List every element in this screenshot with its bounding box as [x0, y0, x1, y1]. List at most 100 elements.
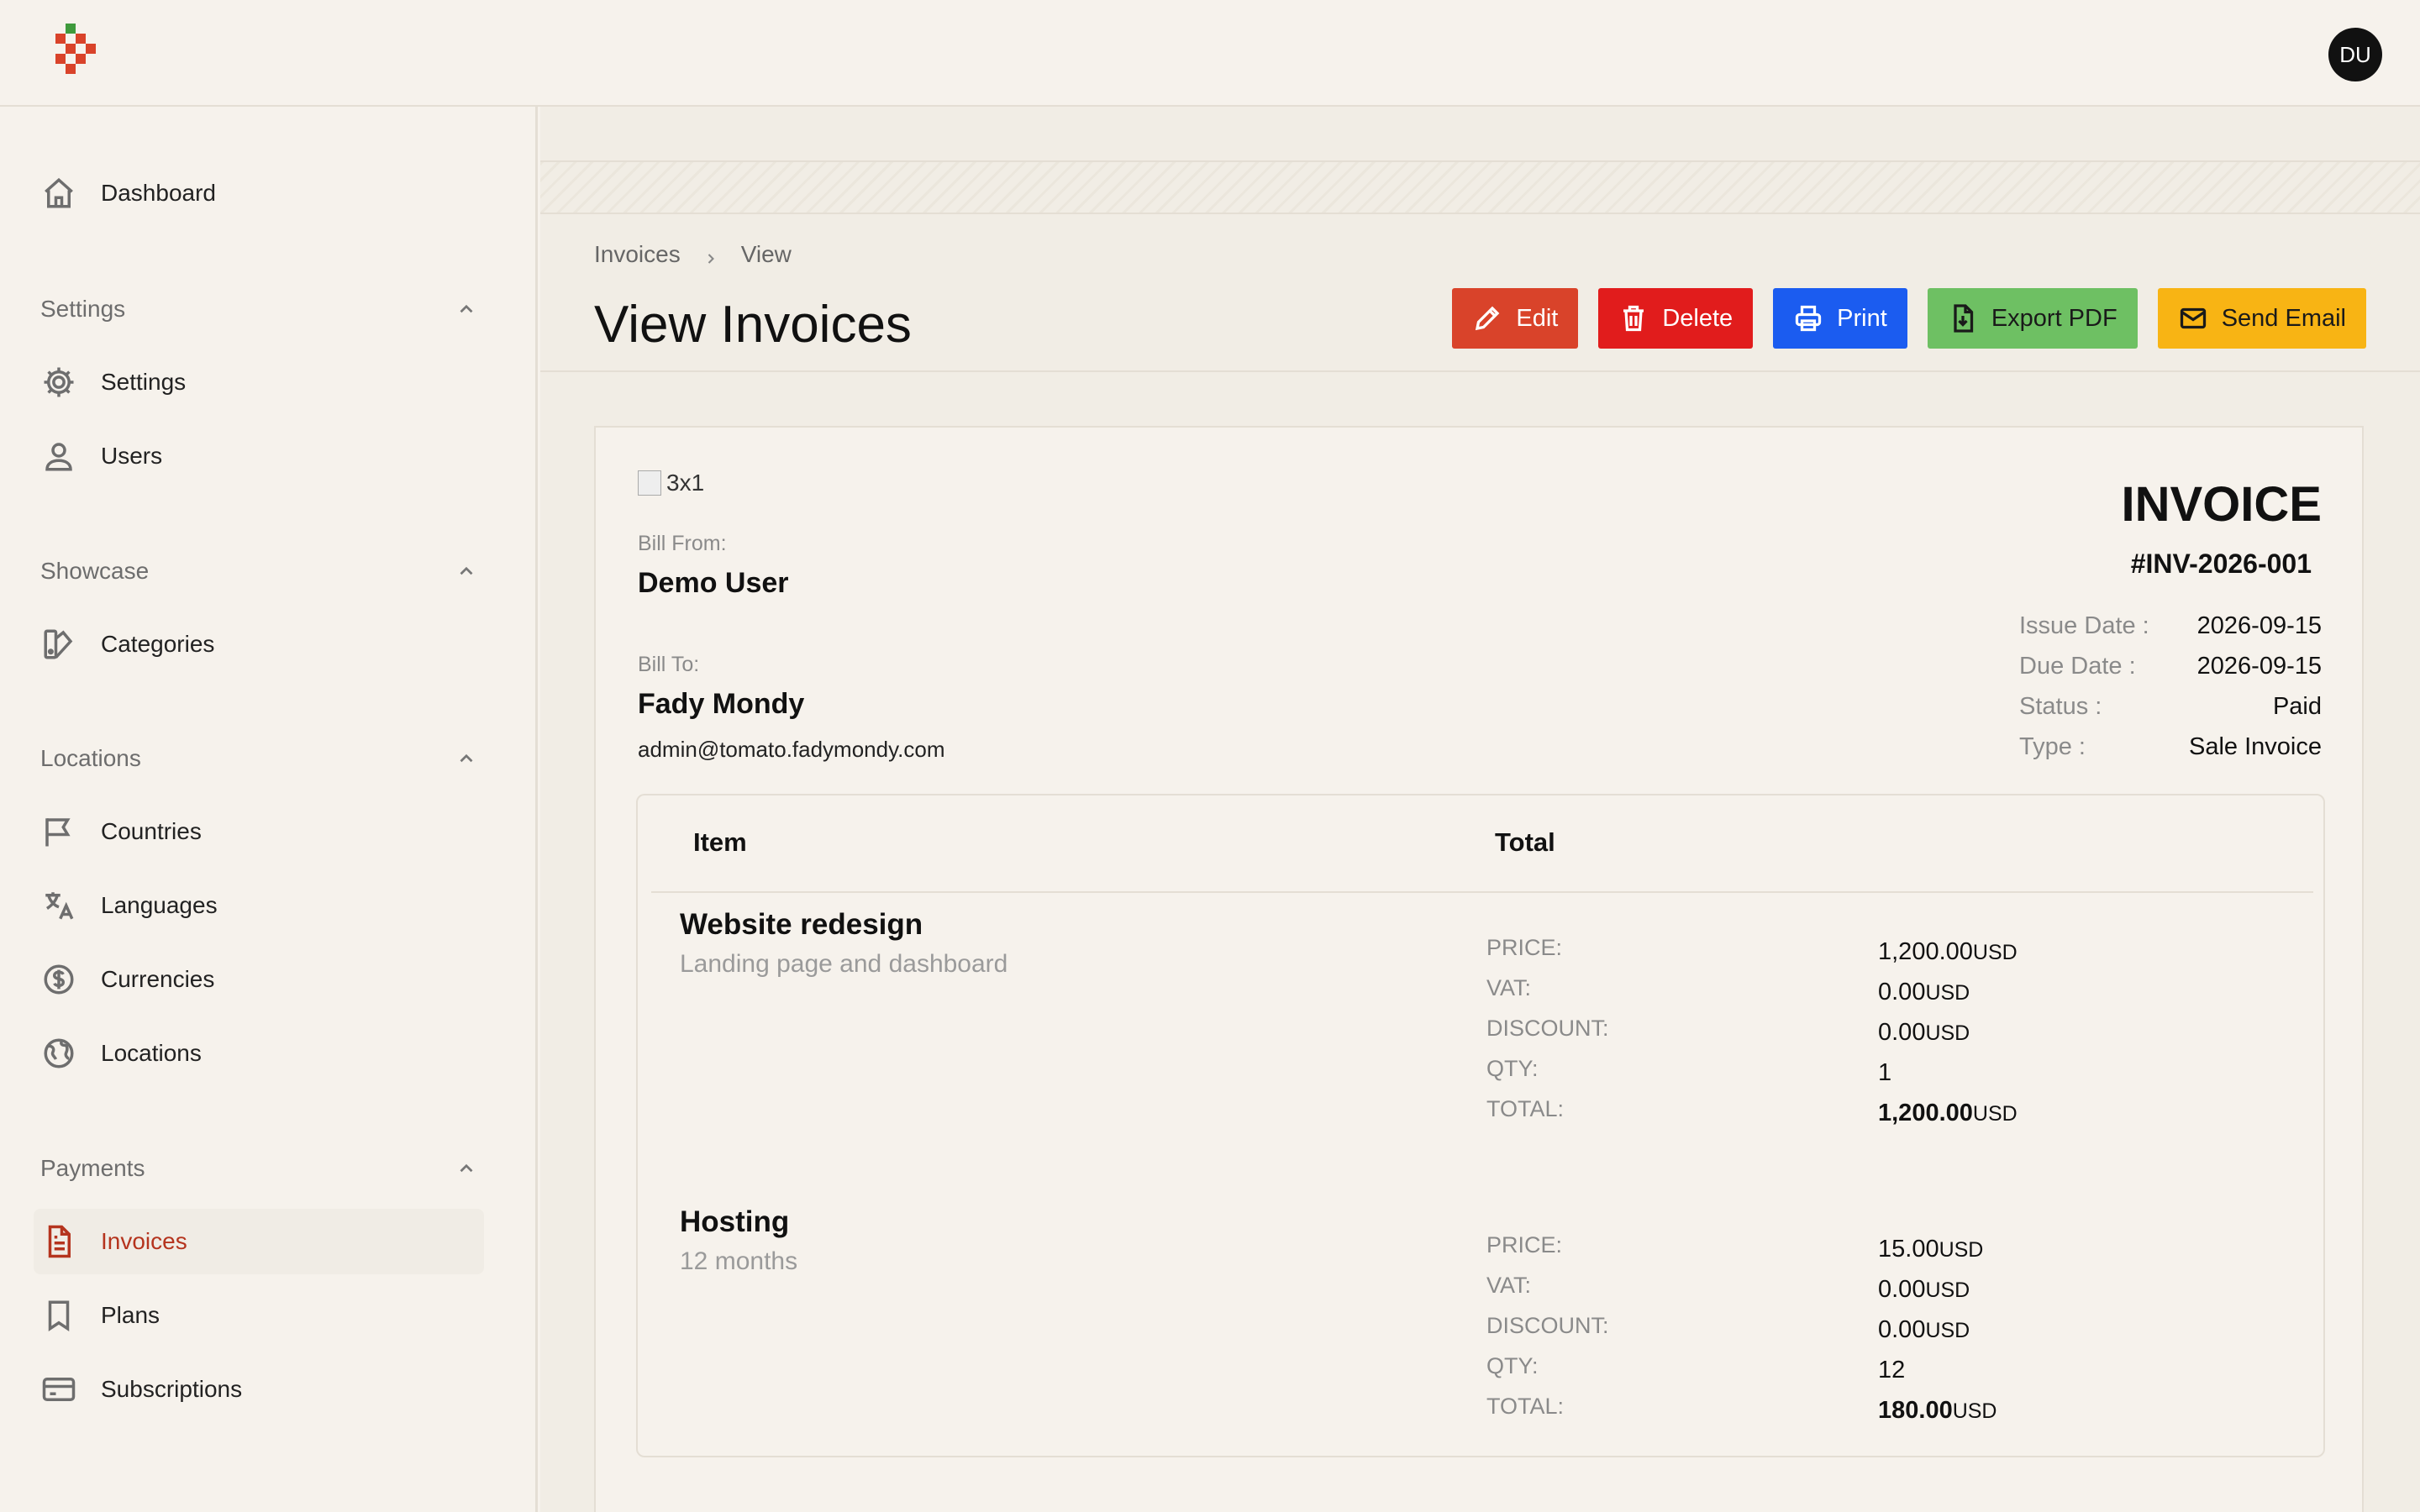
amount: 0.00: [1878, 1276, 1926, 1303]
bill-to-label: Bill To:: [638, 653, 700, 676]
sidebar-group-settings[interactable]: Settings: [40, 292, 477, 326]
sidebar-group-payments[interactable]: Payments: [40, 1152, 477, 1185]
bill-from-label: Bill From:: [638, 532, 727, 555]
total-label: TOTAL:: [1486, 1096, 1565, 1121]
total-label: TOTAL:: [1486, 1394, 1565, 1419]
meta-value: 2026-09-15: [2196, 612, 2322, 639]
amount: 0.00: [1878, 1316, 1926, 1343]
currency: USD: [1972, 941, 2018, 964]
item-description: Landing page and dashboard: [680, 950, 1008, 978]
currency: USD: [1925, 1021, 1970, 1045]
edit-button-label: Edit: [1516, 304, 1559, 332]
amount: 0.00: [1878, 1019, 1926, 1046]
bill-to-name: Fady Mondy: [638, 688, 805, 720]
invoice-items-table: Item Total Website redesign Landing page…: [636, 794, 2325, 1457]
meta-value: Sale Invoice: [2189, 732, 2322, 760]
sidebar-item-label: Invoices: [101, 1228, 187, 1254]
sidebar-item-label: Categories: [101, 631, 215, 657]
home-icon: [40, 175, 77, 212]
discount-label: DISCOUNT:: [1486, 1016, 1609, 1041]
qty-value: 1: [1878, 1059, 1892, 1086]
item-price-row: PRICE: 1,200.00USD: [1486, 935, 2243, 975]
export-pdf-button[interactable]: Export PDF: [1927, 288, 2138, 349]
file-download-icon: [1954, 304, 1973, 333]
chevron-up-icon: [460, 304, 473, 313]
sidebar-item-label: Subscriptions: [101, 1376, 243, 1402]
delete-button[interactable]: Delete: [1598, 288, 1754, 349]
envelope-icon: [2180, 307, 2206, 329]
sidebar-item-countries[interactable]: Countries: [34, 799, 484, 864]
qty-value: 12: [1878, 1357, 1906, 1383]
amount: 1,200.00: [1878, 938, 1973, 965]
document-icon: [40, 1223, 77, 1260]
sidebar-item-categories[interactable]: Categories: [34, 612, 484, 677]
sidebar-group-locations[interactable]: Locations: [40, 742, 477, 775]
sidebar-item-invoices[interactable]: Invoices: [34, 1209, 484, 1274]
item-price-row: PRICE: 15.00USD: [1486, 1232, 2243, 1273]
broken-image-icon: [638, 470, 661, 496]
bill-to-email: admin@tomato.fadymondy.com: [638, 737, 945, 762]
item-description: 12 months: [680, 1247, 798, 1275]
sidebar-item-label: Locations: [101, 1040, 202, 1066]
item-name: Website redesign: [680, 908, 923, 941]
amount: 1,200.00: [1878, 1100, 1973, 1126]
column-header-item: Item: [693, 827, 747, 857]
meta-value: 2026-09-15: [2196, 652, 2322, 680]
sidebar-item-settings[interactable]: Settings: [34, 349, 484, 415]
item-qty-row: QTY: 1: [1486, 1056, 2243, 1096]
vat-label: VAT:: [1486, 975, 1532, 1000]
sidebar-item-label: Plans: [101, 1302, 160, 1328]
column-header-total: Total: [1495, 827, 1555, 857]
app-logo[interactable]: [55, 24, 106, 84]
item-discount-row: DISCOUNT: 0.00USD: [1486, 1016, 2243, 1056]
invoice-number: #INV-2026-001: [2130, 549, 2312, 579]
vat-value: 0.00USD: [1878, 979, 1970, 1006]
currency: USD: [1925, 1278, 1970, 1302]
sidebar-item-users[interactable]: Users: [34, 423, 484, 489]
action-buttons: Edit Delete Print Export PDF Send Email: [1452, 288, 2366, 349]
export-pdf-button-label: Export PDF: [1991, 304, 2118, 332]
due-date-row: Due Date : 2026-09-15: [2019, 646, 2322, 686]
item-name: Hosting: [680, 1205, 790, 1238]
currency: USD: [1952, 1399, 1997, 1423]
meta-label: Status :: [2019, 692, 2102, 720]
item-qty-row: QTY: 12: [1486, 1353, 2243, 1394]
breadcrumb-invoices-link[interactable]: Invoices: [594, 241, 681, 268]
page-header: Invoices View View Invoices Edit Delete …: [540, 214, 2420, 372]
sidebar-item-locations[interactable]: Locations: [34, 1021, 484, 1086]
currency: USD: [1939, 1238, 1984, 1262]
sidebar-group-showcase[interactable]: Showcase: [40, 554, 477, 588]
bookmark-icon: [40, 1297, 77, 1334]
group-label: Settings: [40, 296, 126, 322]
sidebar-item-languages[interactable]: Languages: [34, 873, 484, 938]
amount: 0.00: [1878, 979, 1926, 1005]
print-button[interactable]: Print: [1773, 288, 1907, 349]
price-label: PRICE:: [1486, 935, 1563, 960]
user-avatar[interactable]: DU: [2328, 28, 2382, 81]
discount-value: 0.00USD: [1878, 1019, 1970, 1047]
translate-icon: [40, 887, 77, 924]
group-label: Payments: [40, 1155, 145, 1181]
flag-icon: [40, 813, 77, 850]
amount: 180.00: [1878, 1397, 1953, 1424]
sidebar-item-label: Settings: [101, 369, 187, 395]
sidebar-item-subscriptions[interactable]: Subscriptions: [34, 1357, 484, 1422]
gear-icon: [40, 364, 77, 401]
main-content: Invoices View View Invoices Edit Delete …: [540, 107, 2420, 1512]
qty-label: QTY:: [1486, 1056, 1539, 1081]
edit-button[interactable]: Edit: [1452, 288, 1579, 349]
currency: USD: [1925, 1319, 1970, 1342]
price-value: 1,200.00USD: [1878, 938, 2018, 966]
globe-icon: [40, 1035, 77, 1072]
send-email-button[interactable]: Send Email: [2157, 288, 2366, 349]
printer-icon: [1796, 305, 1822, 332]
meta-label: Issue Date :: [2019, 612, 2149, 639]
group-label: Locations: [40, 745, 141, 771]
sidebar-item-plans[interactable]: Plans: [34, 1283, 484, 1348]
discount-value: 0.00USD: [1878, 1316, 1970, 1344]
total-value: 1,200.00USD: [1878, 1100, 2018, 1127]
meta-label: Due Date :: [2019, 652, 2136, 680]
sidebar-item-dashboard[interactable]: Dashboard: [34, 160, 484, 226]
sidebar-item-currencies[interactable]: Currencies: [34, 947, 484, 1012]
item-total-row: TOTAL: 1,200.00USD: [1486, 1096, 2243, 1137]
